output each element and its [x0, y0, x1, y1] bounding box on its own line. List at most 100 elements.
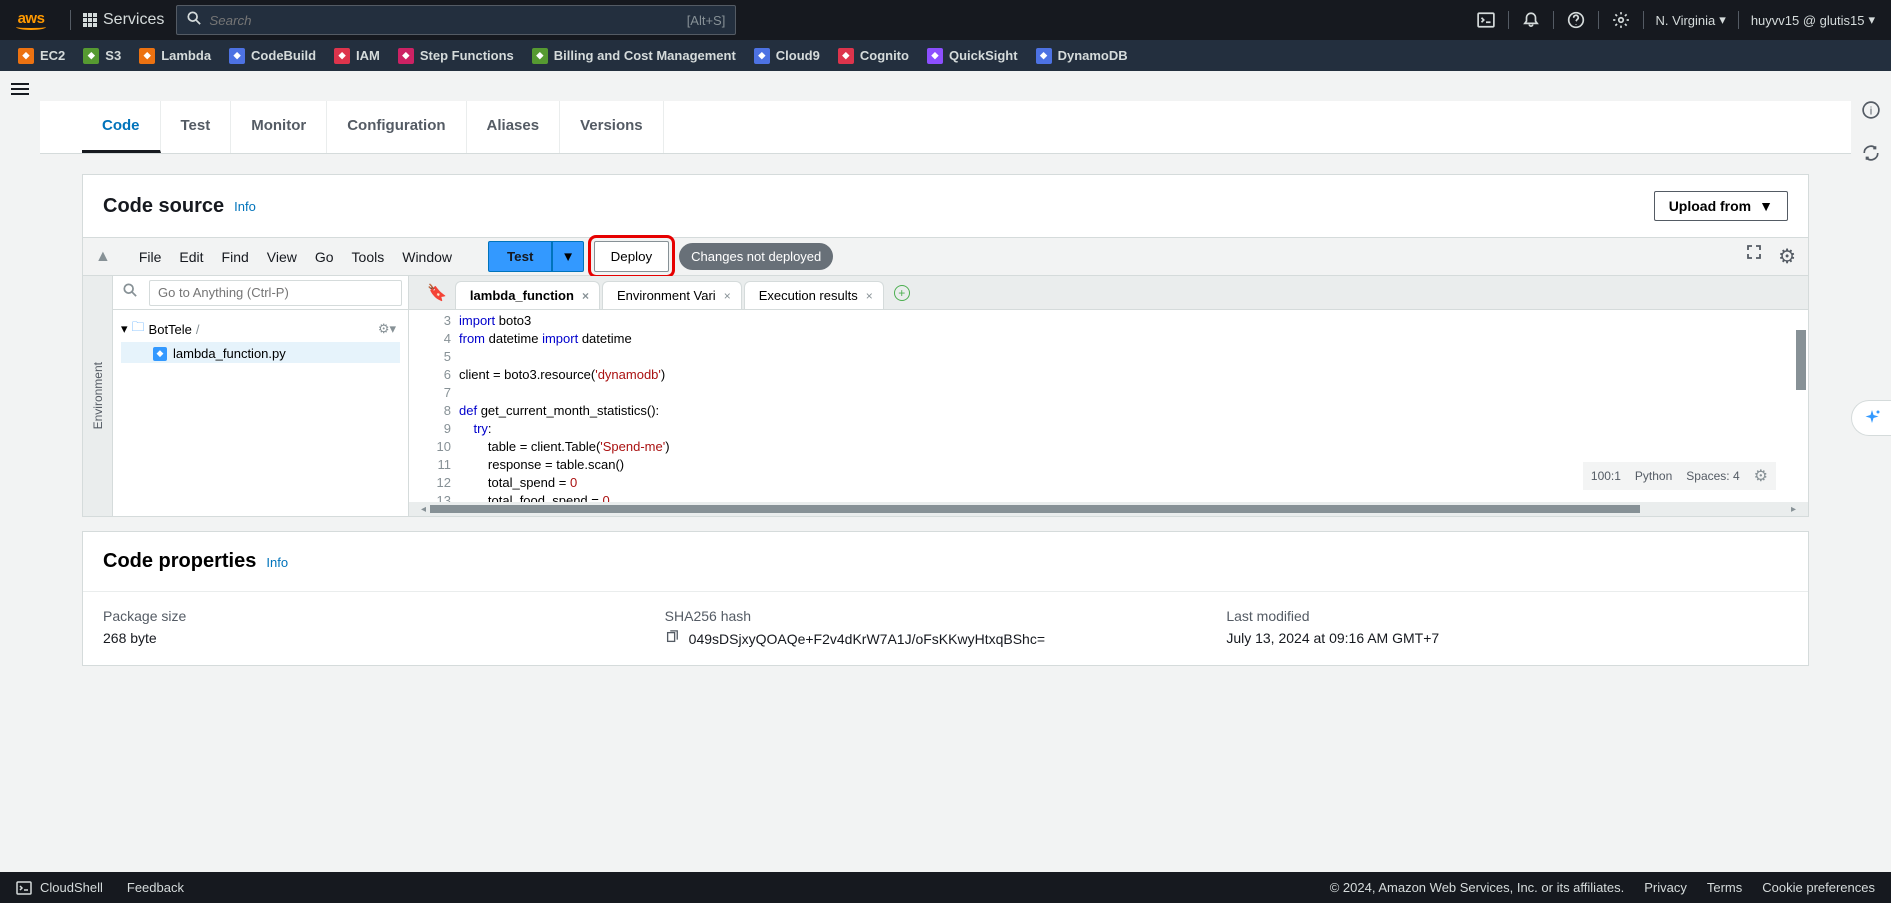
- sha-label: SHA256 hash: [665, 608, 1227, 624]
- privacy-link[interactable]: Privacy: [1644, 880, 1687, 895]
- code-window[interactable]: 3456789101112131415161718 import boto3fr…: [409, 310, 1808, 502]
- aws-logo[interactable]: aws: [16, 10, 46, 30]
- code-source-panel: Code source Info Upload from ▼ ▲ File Edi…: [82, 174, 1809, 517]
- editor-sidebar-tab[interactable]: Environment: [83, 276, 113, 516]
- region-selector[interactable]: N. Virginia ▾: [1656, 12, 1726, 28]
- go-to-anything-input[interactable]: [149, 280, 402, 306]
- fullscreen-icon[interactable]: [1746, 244, 1762, 269]
- copy-icon[interactable]: [665, 630, 679, 647]
- vertical-scrollbar[interactable]: [1796, 330, 1806, 390]
- settings-icon[interactable]: [1611, 10, 1631, 30]
- account-menu[interactable]: huyvv15 @ glutis15 ▾: [1751, 12, 1875, 28]
- service-icon: ◆: [927, 48, 943, 64]
- close-tab-icon[interactable]: ×: [866, 289, 873, 303]
- menu-find[interactable]: Find: [222, 249, 249, 265]
- file-search-icon[interactable]: [119, 279, 141, 306]
- editor-tab[interactable]: Execution results×: [744, 281, 884, 309]
- services-label: Services: [103, 11, 164, 29]
- horizontal-scrollbar-track[interactable]: ◂ ▸: [409, 502, 1808, 516]
- file-explorer: ▾ 🗀 BotTele / ⚙▾ ◆ lambda_function.py: [113, 276, 409, 516]
- menu-go[interactable]: Go: [315, 249, 334, 265]
- favorite-service[interactable]: ◆S3: [83, 48, 121, 64]
- feedback-link[interactable]: Feedback: [127, 880, 184, 895]
- terms-link[interactable]: Terms: [1707, 880, 1742, 895]
- favorite-service[interactable]: ◆Step Functions: [398, 48, 514, 64]
- folder-icon: 🗀: [132, 318, 145, 340]
- search-input[interactable]: [209, 13, 686, 28]
- cloudshell-button[interactable]: CloudShell: [16, 880, 103, 896]
- search-shortcut: [Alt+S]: [687, 13, 726, 28]
- package-size-label: Package size: [103, 608, 665, 624]
- upload-from-button[interactable]: Upload from ▼: [1654, 191, 1788, 221]
- editor-file-tabs: 🔖 lambda_function×Environment Vari×Execu…: [409, 276, 1808, 310]
- services-grid-icon: [83, 13, 97, 27]
- editor-settings-icon[interactable]: ⚙: [1778, 244, 1796, 269]
- tab-monitor[interactable]: Monitor: [231, 101, 327, 153]
- side-nav-toggle[interactable]: [11, 82, 29, 101]
- close-tab-icon[interactable]: ×: [724, 289, 731, 303]
- tab-test[interactable]: Test: [161, 101, 232, 153]
- code-properties-panel: Code properties Info Package size 268 by…: [82, 531, 1809, 666]
- favorite-service[interactable]: ◆Lambda: [139, 48, 211, 64]
- right-rail: i: [1851, 71, 1891, 167]
- caret-down-icon: ▾: [1868, 12, 1875, 28]
- favorite-service[interactable]: ◆CodeBuild: [229, 48, 316, 64]
- menu-view[interactable]: View: [267, 249, 297, 265]
- ai-assistant-icon[interactable]: [1851, 400, 1891, 436]
- tab-code[interactable]: Code: [82, 101, 161, 153]
- test-dropdown[interactable]: ▼: [552, 241, 583, 272]
- favorite-service[interactable]: ◆EC2: [18, 48, 65, 64]
- tab-configuration[interactable]: Configuration: [327, 101, 466, 153]
- tab-aliases[interactable]: Aliases: [467, 101, 561, 153]
- menu-window[interactable]: Window: [402, 249, 452, 265]
- caret-down-icon: ▼: [1759, 198, 1773, 214]
- editor-menu: File Edit Find View Go Tools Window: [139, 249, 452, 265]
- deploy-button[interactable]: Deploy: [594, 241, 670, 272]
- menu-file[interactable]: File: [139, 249, 162, 265]
- search-icon: [187, 11, 201, 30]
- test-button[interactable]: Test: [488, 241, 552, 272]
- favorite-service[interactable]: ◆QuickSight: [927, 48, 1018, 64]
- code-editor: ▲ File Edit Find View Go Tools Window Test ▼ D…: [83, 237, 1808, 516]
- line-gutter: 3456789101112131415161718: [409, 310, 459, 502]
- favorite-service[interactable]: ◆IAM: [334, 48, 380, 64]
- help-icon[interactable]: [1566, 10, 1586, 30]
- info-link[interactable]: Info: [234, 199, 256, 214]
- modified-label: Last modified: [1226, 608, 1788, 624]
- bookmark-icon[interactable]: 🔖: [419, 283, 455, 303]
- favorite-service[interactable]: ◆Cognito: [838, 48, 909, 64]
- editor-toolbar: ▲ File Edit Find View Go Tools Window Test ▼ D…: [83, 238, 1808, 276]
- collapse-icon[interactable]: ▲: [95, 248, 111, 266]
- service-icon: ◆: [139, 48, 155, 64]
- code-source-title: Code source: [103, 195, 224, 218]
- info-panel-icon[interactable]: i: [1862, 101, 1880, 124]
- favorite-service[interactable]: ◆DynamoDB: [1036, 48, 1128, 64]
- favorite-service[interactable]: ◆Billing and Cost Management: [532, 48, 736, 64]
- folder-settings-icon[interactable]: ⚙▾: [378, 321, 396, 337]
- tab-versions[interactable]: Versions: [560, 101, 664, 153]
- info-link[interactable]: Info: [266, 555, 288, 570]
- menu-edit[interactable]: Edit: [179, 249, 203, 265]
- service-icon: ◆: [838, 48, 854, 64]
- global-search[interactable]: [Alt+S]: [176, 5, 736, 35]
- deploy-status: Changes not deployed: [679, 243, 833, 270]
- favorite-service[interactable]: ◆Cloud9: [754, 48, 820, 64]
- service-icon: ◆: [1036, 48, 1052, 64]
- editor-tab[interactable]: Environment Vari×: [602, 281, 742, 309]
- notifications-icon[interactable]: [1521, 10, 1541, 30]
- close-tab-icon[interactable]: ×: [582, 289, 589, 303]
- add-tab-icon[interactable]: +: [894, 285, 910, 301]
- editor-tab[interactable]: lambda_function×: [455, 281, 600, 309]
- cloudshell-icon[interactable]: [1476, 10, 1496, 30]
- menu-tools[interactable]: Tools: [352, 249, 385, 265]
- cookies-link[interactable]: Cookie preferences: [1762, 880, 1875, 895]
- statusbar-settings-icon[interactable]: ⚙: [1754, 466, 1768, 486]
- file-row[interactable]: ◆ lambda_function.py: [121, 342, 400, 363]
- refresh-icon[interactable]: [1862, 144, 1880, 167]
- service-icon: ◆: [334, 48, 350, 64]
- editor-statusbar: 100:1 Python Spaces: 4 ⚙: [1583, 462, 1776, 490]
- sha-value: 049sDSjxyQOAQe+F2v4dKrW7A1J/oFsKKwyHtxqB…: [689, 631, 1045, 647]
- horizontal-scrollbar[interactable]: [430, 505, 1640, 513]
- services-menu[interactable]: Services: [83, 11, 164, 29]
- folder-row[interactable]: ▾ 🗀 BotTele / ⚙▾: [121, 316, 400, 342]
